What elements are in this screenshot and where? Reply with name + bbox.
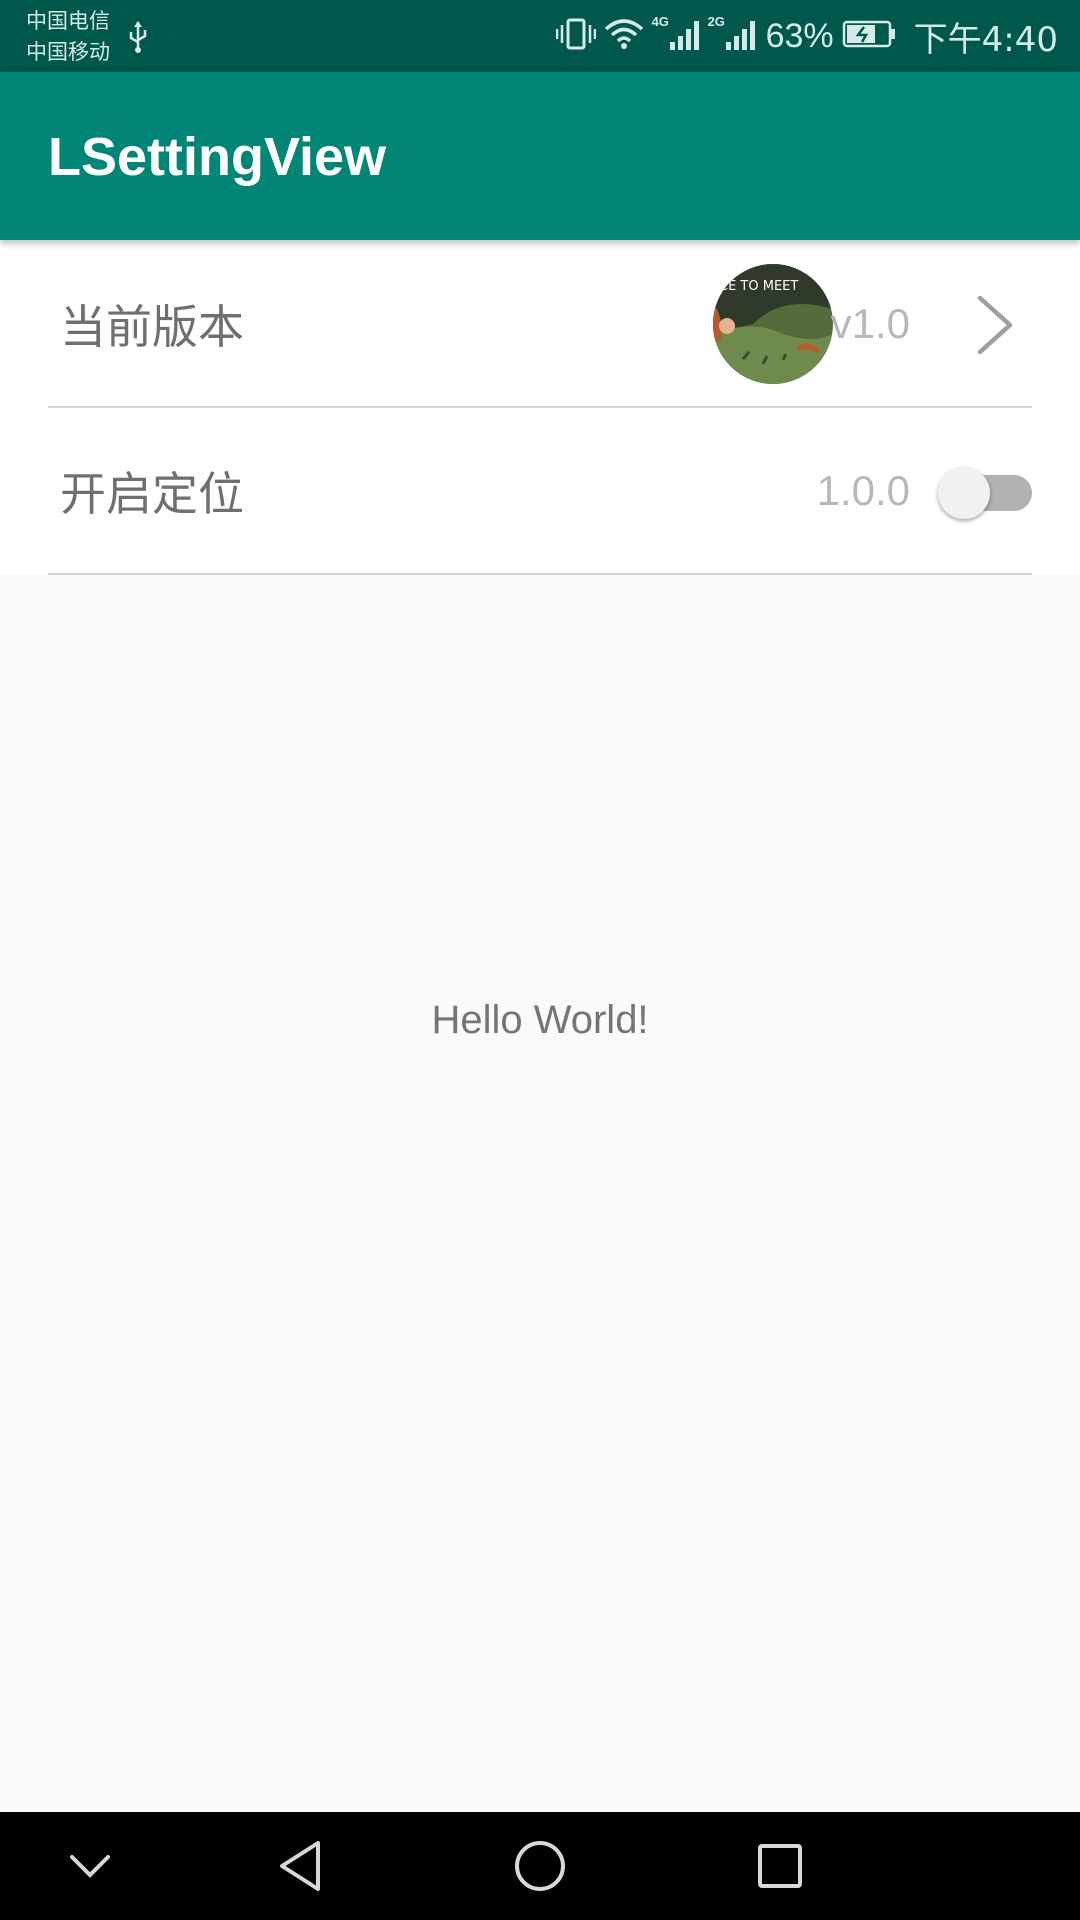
setting-label: 当前版本 — [60, 299, 244, 354]
location-toggle[interactable] — [938, 467, 1032, 519]
recents-icon[interactable] — [740, 1812, 820, 1920]
settings-list: 当前版本 CE TO MEET v1.0 开启定位 1.0.0 — [0, 240, 1080, 575]
carrier-info: 中国电信 中国移动 — [26, 6, 110, 68]
clock: 下午4:40 — [913, 19, 1058, 60]
carrier-1: 中国电信 — [26, 9, 110, 33]
battery-charging-icon — [842, 19, 898, 54]
back-icon[interactable] — [260, 1812, 340, 1920]
status-bar: 中国电信 中国移动 4G 2G 63% 下午4:40 — [0, 0, 1080, 72]
avatar: CE TO MEET — [713, 264, 833, 384]
hello-text: Hello World! — [431, 998, 649, 1042]
chevron-right-icon — [972, 294, 1016, 356]
toggle-thumb — [938, 467, 990, 519]
signal-icon: 4G — [651, 13, 700, 57]
page-title: LSettingView — [48, 127, 387, 187]
app-bar: LSettingView — [0, 72, 1080, 240]
usb-icon — [128, 20, 148, 59]
home-icon[interactable] — [500, 1812, 580, 1920]
battery-percent: 63% — [765, 16, 834, 55]
setting-label: 开启定位 — [60, 466, 244, 521]
chevron-down-icon[interactable] — [50, 1812, 130, 1920]
wifi-icon — [604, 17, 644, 56]
setting-value: v1.0 — [830, 299, 910, 347]
signal-icon: 2G — [707, 13, 756, 57]
setting-value: 1.0.0 — [816, 466, 910, 514]
carrier-2: 中国移动 — [26, 40, 110, 64]
navigation-bar — [0, 1812, 1080, 1920]
divider — [48, 573, 1032, 575]
setting-item-version[interactable]: 当前版本 CE TO MEET v1.0 — [0, 240, 1080, 408]
setting-item-location: 开启定位 1.0.0 — [0, 407, 1080, 574]
vibrate-icon — [555, 17, 596, 56]
svg-text:CE TO MEET: CE TO MEET — [719, 279, 798, 294]
status-indicators: 4G 2G 63% 下午4:40 — [555, 0, 1058, 72]
network-type-2: 2G — [707, 13, 725, 29]
network-type-1: 4G — [651, 13, 669, 29]
